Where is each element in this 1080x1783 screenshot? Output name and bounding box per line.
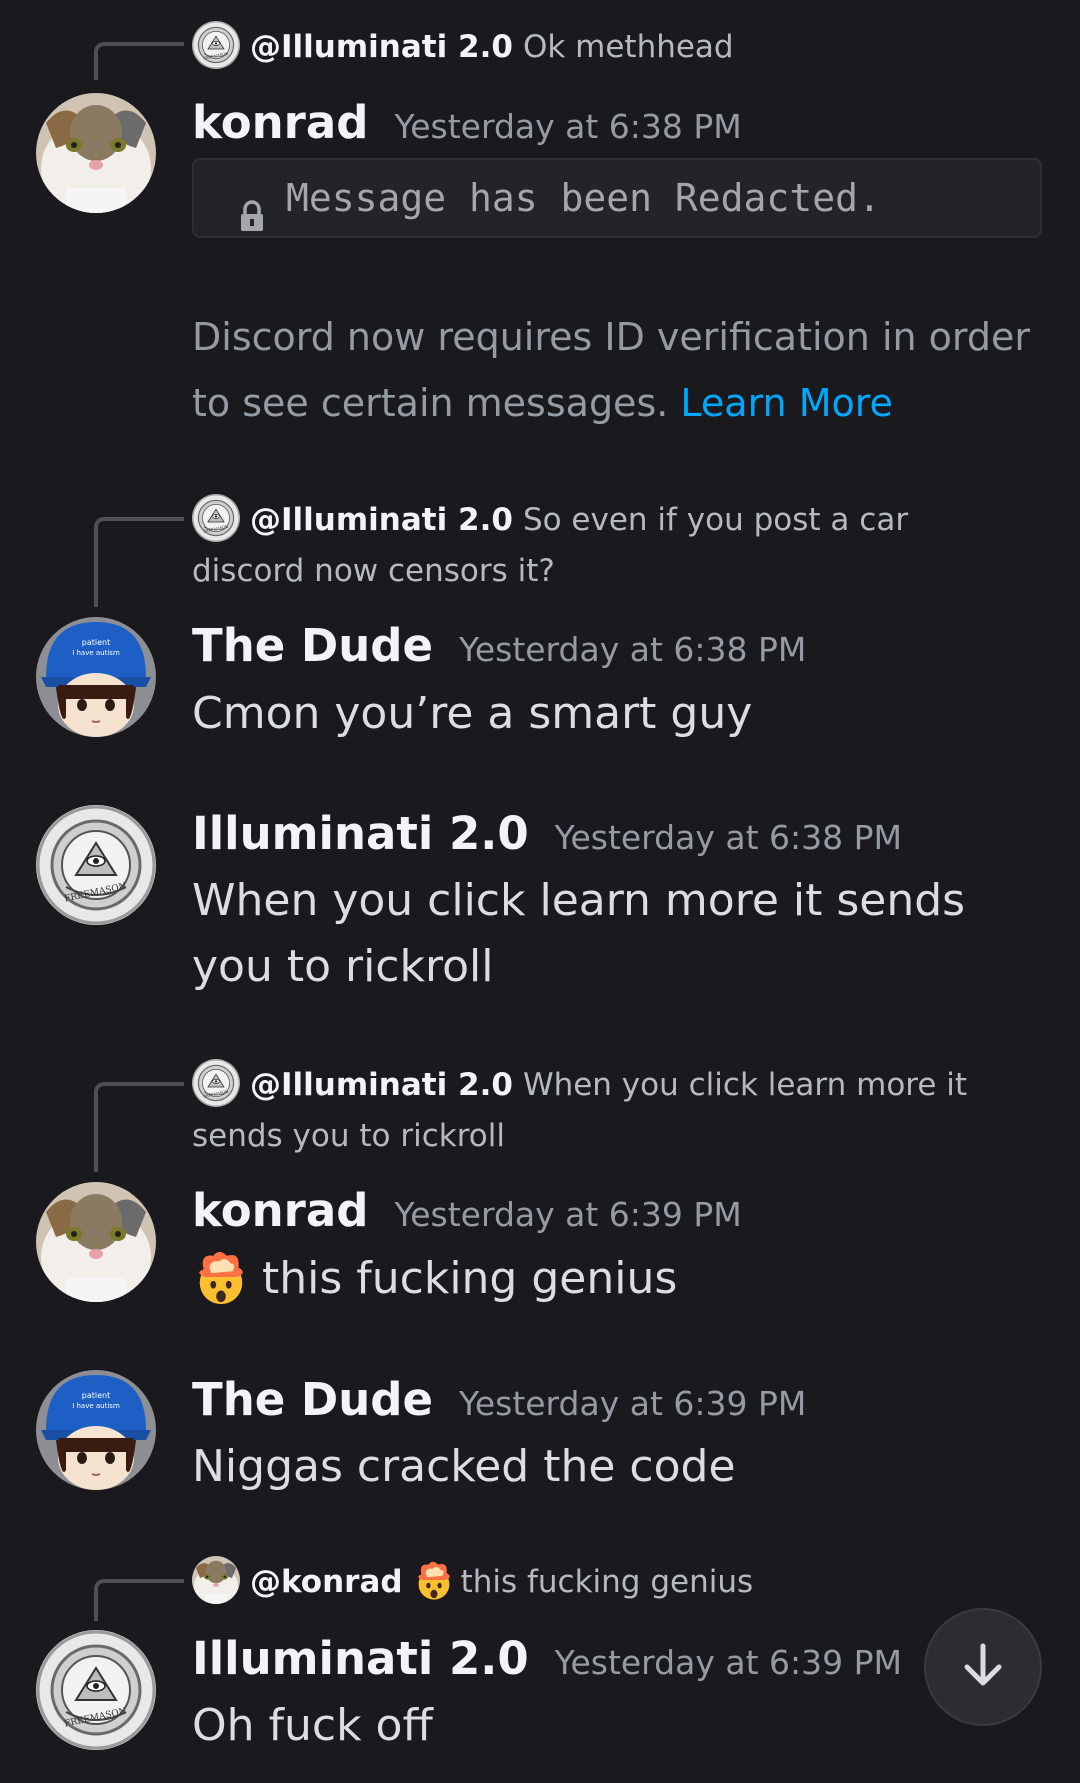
reply-username[interactable]: @Illuminati 2.0 <box>250 29 513 65</box>
avatar[interactable] <box>36 1182 156 1302</box>
reply-username[interactable]: @Illuminati 2.0 <box>250 1067 513 1103</box>
timestamp: Yesterday at 6:39 PM <box>394 1195 742 1234</box>
message-header: The Dude Yesterday at 6:38 PM <box>192 619 806 672</box>
message-header: konrad Yesterday at 6:38 PM <box>192 96 742 149</box>
reply-connector <box>94 1082 184 1172</box>
message-header: konrad Yesterday at 6:39 PM <box>192 1184 742 1237</box>
message-content: this fucking genius <box>192 1246 1032 1312</box>
avatar[interactable] <box>36 1370 156 1490</box>
timestamp: Yesterday at 6:38 PM <box>459 630 807 669</box>
exploding-head-emoji <box>413 1559 455 1601</box>
reply-avatar <box>192 494 240 542</box>
timestamp: Yesterday at 6:38 PM <box>394 107 742 146</box>
reply-avatar <box>192 21 240 69</box>
reply-avatar <box>192 1059 240 1107</box>
reply-username[interactable]: @konrad <box>250 1564 403 1600</box>
jump-to-bottom-button[interactable] <box>924 1608 1042 1726</box>
message-header: Illuminati 2.0 Yesterday at 6:39 PM <box>192 1632 902 1685</box>
message-content: Niggas cracked the code <box>192 1441 736 1492</box>
avatar[interactable] <box>36 617 156 737</box>
username[interactable]: Illuminati 2.0 <box>192 807 529 860</box>
timestamp: Yesterday at 6:39 PM <box>459 1384 807 1423</box>
avatar[interactable] <box>36 1630 156 1750</box>
exploding-head-emoji <box>192 1248 250 1306</box>
username[interactable]: konrad <box>192 1184 368 1237</box>
message-text: this fucking genius <box>262 1253 678 1304</box>
timestamp: Yesterday at 6:38 PM <box>554 818 902 857</box>
message-header: Illuminati 2.0 Yesterday at 6:38 PM <box>192 807 902 860</box>
username[interactable]: konrad <box>192 96 368 149</box>
message-header: The Dude Yesterday at 6:39 PM <box>192 1373 806 1426</box>
reply-avatar <box>192 1556 240 1604</box>
reply-connector <box>94 42 184 80</box>
reply-preview[interactable]: @Illuminati 2.0 When you click learn more… <box>192 1060 1022 1161</box>
lock-icon <box>240 181 264 231</box>
redacted-text: Message has been Redacted. <box>286 176 881 220</box>
reply-username[interactable]: @Illuminati 2.0 <box>250 502 513 538</box>
avatar[interactable] <box>36 93 156 213</box>
arrow-down-icon <box>958 1640 1008 1694</box>
verification-notice: Discord now requires ID verification in … <box>192 304 1042 436</box>
reply-connector <box>94 1579 184 1621</box>
reply-preview[interactable]: @Illuminati 2.0 Ok methhead <box>192 22 1022 73</box>
username[interactable]: The Dude <box>192 1373 433 1426</box>
message-content: When you click learn more it sends you t… <box>192 875 966 992</box>
reply-text: this fucking genius <box>460 1564 754 1600</box>
notice-text: Discord now requires ID verification in … <box>192 315 1031 425</box>
learn-more-link[interactable]: Learn More <box>680 381 893 425</box>
reply-preview[interactable]: @Illuminati 2.0 So even if you post a car… <box>192 495 1022 596</box>
username[interactable]: The Dude <box>192 619 433 672</box>
reply-connector <box>94 517 184 607</box>
redacted-message-box: Message has been Redacted. <box>192 158 1042 238</box>
message-content: Cmon you’re a smart guy <box>192 688 753 739</box>
timestamp: Yesterday at 6:39 PM <box>554 1643 902 1682</box>
username[interactable]: Illuminati 2.0 <box>192 1632 529 1685</box>
reply-preview[interactable]: @konrad this fucking genius <box>192 1557 1022 1608</box>
reply-text: Ok methhead <box>522 29 734 65</box>
message-content: Oh fuck off <box>192 1700 433 1751</box>
avatar[interactable] <box>36 805 156 925</box>
